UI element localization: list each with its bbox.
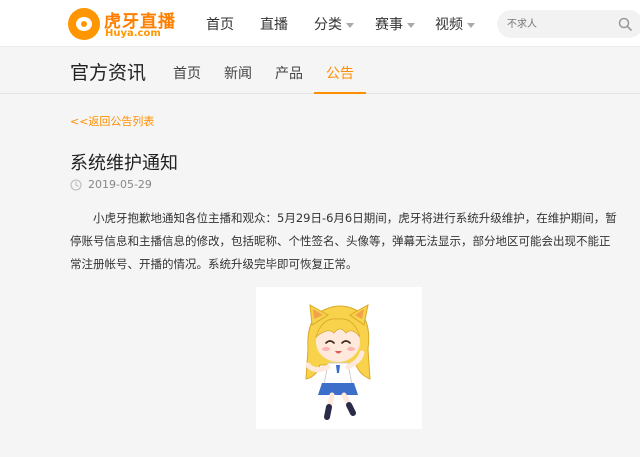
tab-products[interactable]: 产品 (275, 63, 303, 83)
section-header: 官方资讯 首页 新闻 产品 公告 (0, 48, 640, 94)
mascot-illustration (305, 304, 371, 420)
article-date: 2019-05-29 (88, 178, 152, 191)
nav-item-label: 直播 (260, 17, 288, 33)
nav-item-events[interactable]: 赛事 (375, 14, 415, 34)
mascot-image (256, 287, 422, 429)
nav-item-videos[interactable]: 视频 (435, 14, 475, 34)
chevron-down-icon (346, 22, 354, 28)
nav-item-live[interactable]: 直播 (260, 14, 288, 34)
back-to-list-link[interactable]: <<返回公告列表 (70, 113, 154, 129)
search-box (497, 10, 640, 38)
tab-news[interactable]: 新闻 (224, 63, 252, 83)
chevron-down-icon (407, 22, 415, 28)
nav-item-label: 视频 (435, 17, 463, 33)
section-title: 官方资讯 (70, 62, 147, 84)
nav-item-label: 分类 (314, 17, 342, 33)
top-navbar: 虎牙直播 Huya.com 首页 直播 分类 赛事 视频 (0, 0, 640, 47)
nav-item-home[interactable]: 首页 (206, 14, 234, 34)
nav-item-category[interactable]: 分类 (314, 14, 354, 34)
active-tab-indicator (314, 92, 366, 94)
clock-icon (70, 179, 82, 191)
nav-item-label: 赛事 (375, 17, 403, 33)
article-body: 小虎牙抱歉地通知各位主播和观众：5月29日-6月6日期间，虎牙将进行系统升级维护… (70, 211, 617, 271)
tab-announcements[interactable]: 公告 (326, 63, 354, 83)
search-input[interactable] (507, 15, 607, 33)
search-icon[interactable] (618, 17, 632, 31)
article-title: 系统维护通知 (70, 153, 178, 174)
chevron-down-icon (467, 22, 475, 28)
tab-home[interactable]: 首页 (173, 63, 201, 83)
nav-item-label: 首页 (206, 17, 234, 33)
huya-logo[interactable]: 虎牙直播 Huya.com (68, 7, 175, 41)
logo-text-en: Huya.com (105, 28, 161, 39)
huya-logo-icon (68, 8, 100, 40)
